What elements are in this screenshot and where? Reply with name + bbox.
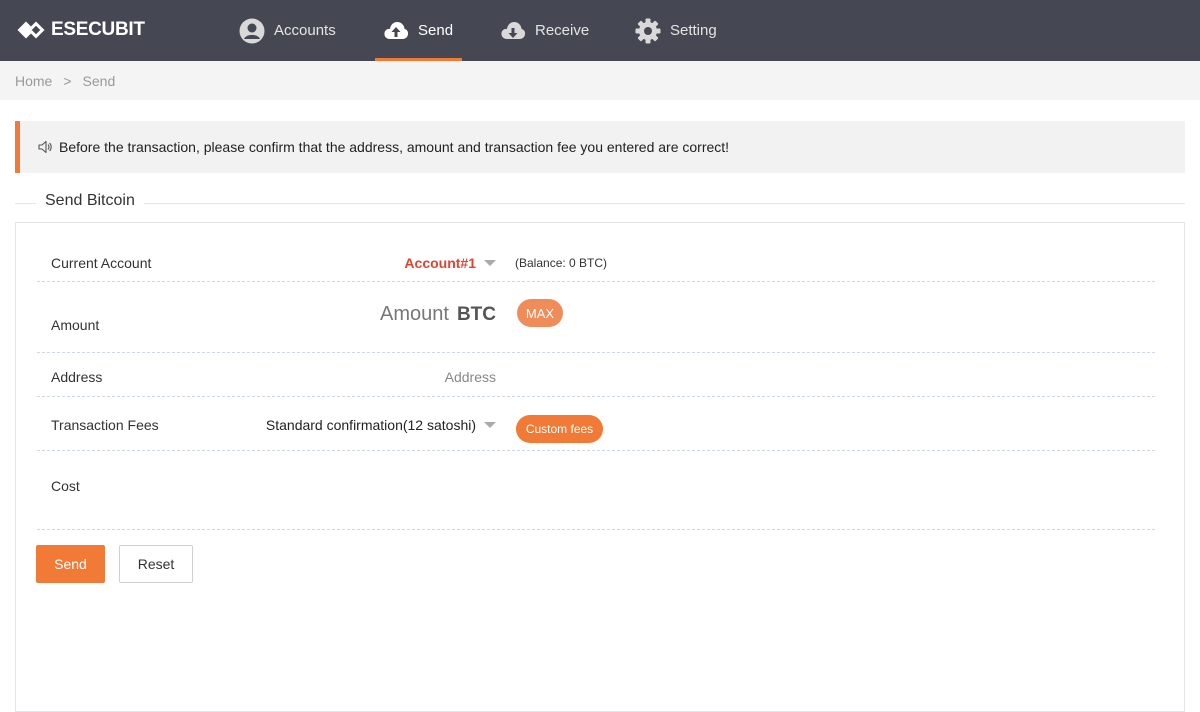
user-avatar-icon: [239, 18, 265, 43]
brand-name: ESECUBIT: [51, 19, 145, 40]
breadcrumb-home[interactable]: Home: [15, 73, 52, 89]
form-legend: Send Bitcoin: [36, 192, 144, 210]
nav-setting-label: Setting: [670, 22, 717, 39]
amount-label: Amount: [51, 317, 100, 333]
send-form-panel: Current Account Account#1 (Balance: 0 BT…: [15, 222, 1185, 712]
fee-select-value: Standard confirmation(12 satoshi): [265, 417, 476, 433]
legend-divider: [15, 203, 1185, 204]
address-input[interactable]: [296, 369, 496, 385]
account-select[interactable]: Account#1: [404, 255, 496, 271]
nav-receive[interactable]: Receive: [500, 0, 589, 61]
breadcrumb: Home > Send: [0, 61, 1200, 100]
breadcrumb-current: Send: [82, 72, 116, 89]
amount-unit: BTC: [456, 304, 496, 325]
custom-fees-button[interactable]: Custom fees: [516, 415, 603, 443]
top-navbar: ESECUBIT Accounts Send Receive Setting: [0, 0, 1200, 61]
account-select-value: Account#1: [404, 255, 476, 271]
breadcrumb-separator: >: [63, 72, 72, 89]
cost-label: Cost: [51, 478, 80, 494]
cost-row: Cost: [37, 451, 1155, 530]
notice-text: Before the transaction, please confirm t…: [59, 139, 730, 155]
max-button[interactable]: MAX: [517, 299, 563, 327]
chevron-down-icon: [484, 260, 496, 266]
current-account-row: Current Account Account#1 (Balance: 0 BT…: [37, 241, 1155, 282]
amount-row: Amount Amount BTC MAX: [37, 282, 1155, 353]
gear-icon: [635, 18, 661, 43]
transaction-fees-label: Transaction Fees: [51, 417, 159, 433]
chevron-down-icon: [484, 422, 496, 428]
transaction-fees-row: Transaction Fees Standard confirmation(1…: [37, 397, 1155, 451]
amount-input[interactable]: Amount BTC: [380, 303, 496, 326]
logo-mark-icon: [17, 21, 48, 39]
reset-button[interactable]: Reset: [119, 545, 193, 583]
current-account-label: Current Account: [51, 255, 152, 271]
address-row: Address: [37, 353, 1155, 397]
amount-placeholder: Amount: [380, 303, 449, 325]
nav-send[interactable]: Send: [375, 0, 462, 61]
cloud-download-icon: [501, 21, 526, 39]
cloud-upload-icon: [384, 21, 409, 39]
speaker-icon: [38, 140, 52, 154]
brand-logo[interactable]: ESECUBIT: [17, 18, 145, 42]
fee-select[interactable]: Standard confirmation(12 satoshi): [266, 417, 496, 433]
account-balance: (Balance: 0 BTC): [515, 256, 608, 270]
nav-accounts-label: Accounts: [274, 22, 336, 39]
send-button[interactable]: Send: [36, 545, 105, 583]
nav-receive-label: Receive: [535, 22, 590, 39]
address-label: Address: [51, 369, 103, 385]
nav-send-label: Send: [418, 22, 454, 39]
notice-banner: Before the transaction, please confirm t…: [15, 121, 1185, 173]
nav-setting[interactable]: Setting: [635, 0, 717, 61]
nav-accounts[interactable]: Accounts: [239, 0, 336, 61]
